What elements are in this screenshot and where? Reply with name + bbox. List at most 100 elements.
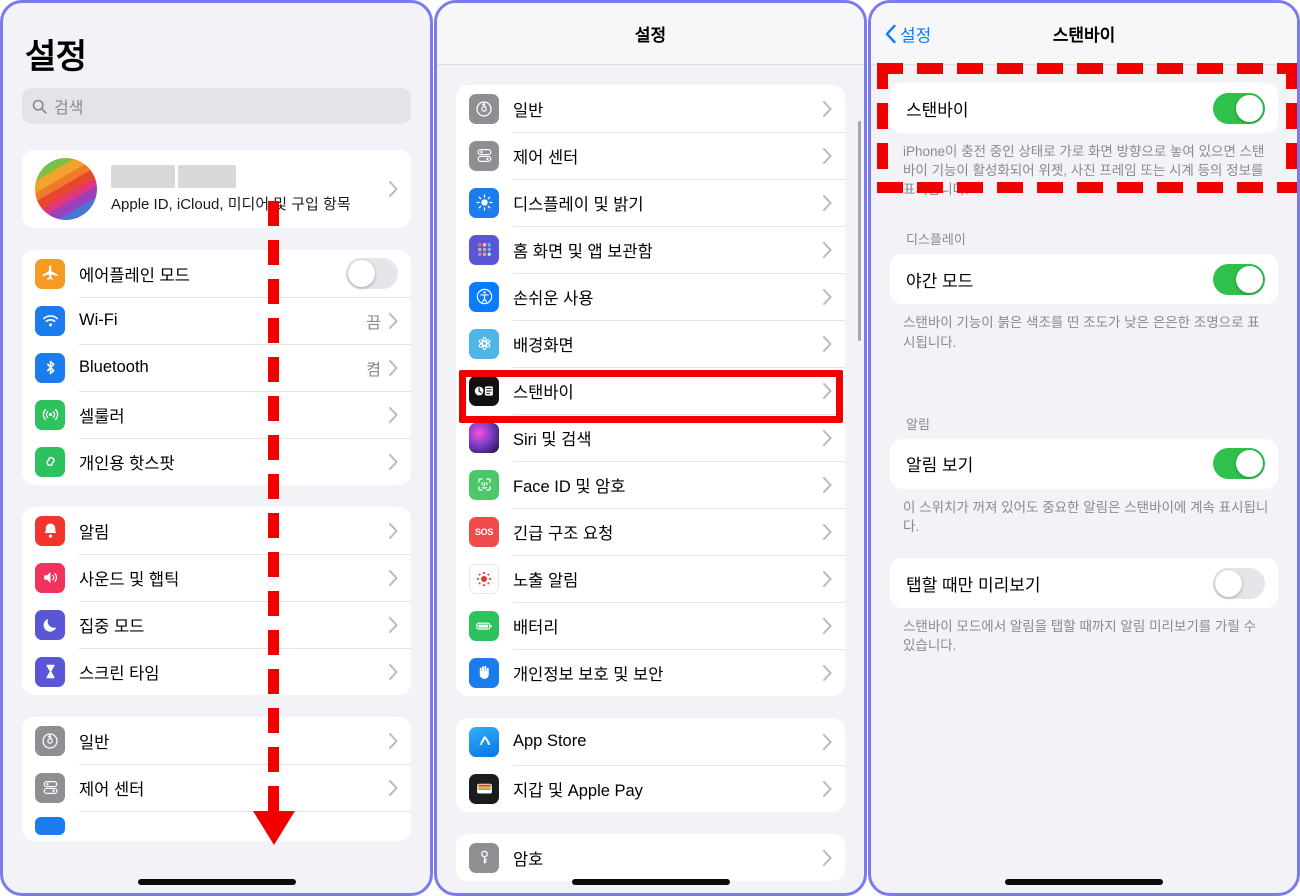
chevron-right-icon — [823, 617, 832, 634]
night-mode-row[interactable]: 야간 모드 — [890, 254, 1278, 304]
panel3-scroll-area[interactable]: 스탠바이 iPhone이 충전 중인 상태로 가로 화면 방향으로 놓여 있으면… — [871, 65, 1297, 893]
chevron-right-icon — [823, 664, 832, 681]
chevron-right-icon — [389, 453, 398, 470]
home-indicator — [1005, 879, 1163, 885]
sidebar-item-battery[interactable]: 배터리 — [456, 602, 845, 649]
apple-id-card[interactable]: Apple ID, iCloud, 미디어 및 구입 항목 — [22, 150, 411, 228]
standby-toggle[interactable] — [1213, 92, 1265, 124]
show-notifications-toggle[interactable] — [1213, 448, 1265, 480]
chevron-right-icon — [823, 780, 832, 797]
gear-icon — [35, 725, 65, 756]
annotation-dashed-guide-line — [268, 201, 279, 813]
sidebar-item-bluetooth[interactable]: Bluetooth 켬 — [22, 344, 411, 391]
notifications-section-header: 알림 — [906, 416, 930, 432]
sidebar-item-sounds-haptics[interactable]: 사운드 및 햅틱 — [22, 554, 411, 601]
night-mode-toggle[interactable] — [1213, 263, 1265, 295]
sidebar-item-control-center[interactable]: 제어 센터 — [22, 764, 411, 811]
show-notifications-footnote: 이 스위치가 꺼져 있어도 중요한 알림은 스탠바이에 계속 표시됩니다. — [903, 499, 1269, 534]
sidebar-item-standby[interactable]: 스탠바이 — [456, 367, 845, 414]
sidebar-item-general[interactable]: 일반 — [456, 85, 845, 132]
wifi-icon — [35, 305, 65, 336]
sidebar-item-wifi[interactable]: Wi-Fi 끔 — [22, 297, 411, 344]
apple-id-subtitle: Apple ID, iCloud, 미디어 및 구입 항목 — [111, 195, 351, 213]
sidebar-item-privacy-security[interactable]: 개인정보 보호 및 보안 — [456, 649, 845, 696]
chevron-right-icon — [389, 406, 398, 423]
standby-master-group: 스탠바이 — [890, 83, 1278, 133]
exposure-icon — [469, 563, 499, 594]
chevron-right-icon — [823, 241, 832, 258]
chevron-right-icon — [823, 733, 832, 750]
chevron-right-icon — [823, 849, 832, 866]
brightness-icon — [469, 187, 499, 218]
sidebar-item-control-center[interactable]: 제어 센터 — [456, 132, 845, 179]
triple-screenshot-stage: 설정 검색 Apple ID, iCloud, 미디어 및 구입 항목 에어플레… — [0, 0, 1300, 896]
sidebar-item-siri-search[interactable]: Siri 및 검색 — [456, 414, 845, 461]
sidebar-item-label: App Store — [513, 732, 587, 750]
standby-toggle-row[interactable]: 스탠바이 — [890, 83, 1278, 133]
chevron-right-icon — [823, 335, 832, 352]
preview-on-tap-toggle[interactable] — [1213, 567, 1265, 599]
show-notifications-label: 알림 보기 — [906, 456, 974, 476]
chevron-left-icon — [885, 24, 896, 43]
sidebar-item-partial-cut[interactable] — [22, 811, 411, 841]
search-input[interactable]: 검색 — [22, 88, 411, 124]
sidebar-item-label: 개인정보 보호 및 보안 — [513, 665, 664, 684]
apple-id-row[interactable]: Apple ID, iCloud, 미디어 및 구입 항목 — [22, 150, 411, 228]
chevron-right-icon — [823, 100, 832, 117]
redacted-name — [111, 164, 389, 188]
chevron-right-icon — [389, 181, 398, 197]
privacy-hand-icon — [469, 657, 499, 688]
sidebar-item-focus[interactable]: 집중 모드 — [22, 601, 411, 648]
home-indicator — [137, 879, 296, 885]
sidebar-item-label: Siri 및 검색 — [513, 430, 592, 449]
phone-panel-settings-root: 설정 검색 Apple ID, iCloud, 미디어 및 구입 항목 에어플레… — [0, 0, 433, 896]
sidebar-item-label: 암호 — [513, 850, 544, 869]
sidebar-item-accessibility[interactable]: 손쉬운 사용 — [456, 273, 845, 320]
sidebar-item-screen-time[interactable]: 스크린 타임 — [22, 648, 411, 695]
annotation-down-arrow — [253, 811, 295, 845]
sidebar-item-label: 디스플레이 및 밝기 — [513, 195, 644, 214]
sidebar-item-label: 노출 알림 — [513, 571, 579, 590]
sidebar-item-cellular[interactable]: 셀룰러 — [22, 391, 411, 438]
sidebar-item-airplane-mode[interactable]: 에어플레인 모드 — [22, 250, 411, 297]
sidebar-item-label: 에어플레인 모드 — [79, 266, 190, 285]
bluetooth-status-value: 켬 — [366, 361, 381, 379]
sidebar-item-passwords[interactable]: 암호 — [456, 834, 845, 881]
cellular-icon — [35, 399, 65, 430]
sidebar-item-home-screen[interactable]: 홈 화면 및 앱 보관함 — [456, 226, 845, 273]
chevron-right-icon — [389, 359, 398, 376]
sidebar-item-label: 집중 모드 — [79, 617, 145, 636]
sidebar-item-general[interactable]: 일반 — [22, 717, 411, 764]
chevron-right-icon — [823, 476, 832, 493]
chevron-right-icon — [823, 429, 832, 446]
show-notifications-row[interactable]: 알림 보기 — [890, 439, 1278, 489]
sidebar-item-notifications[interactable]: 알림 — [22, 507, 411, 554]
avatar — [35, 158, 97, 220]
sidebar-item-wallpaper[interactable]: 배경화면 — [456, 320, 845, 367]
sidebar-item-display-brightness[interactable]: 디스플레이 및 밝기 — [456, 179, 845, 226]
sidebar-item-exposure-notifications[interactable]: 노출 알림 — [456, 555, 845, 602]
chevron-right-icon — [823, 382, 832, 399]
back-button[interactable]: 설정 — [885, 21, 931, 46]
panel2-group-system: 일반 제어 센터 디스플레이 및 밝기 홈 화면 및 앱 보관함 손쉬운 사용 … — [456, 85, 845, 696]
sidebar-item-emergency-sos[interactable]: SOS 긴급 구조 요청 — [456, 508, 845, 555]
sidebar-item-hotspot[interactable]: 개인용 핫스팟 — [22, 438, 411, 485]
sidebar-item-wallet-applepay[interactable]: 지갑 및 Apple Pay — [456, 765, 845, 812]
panel2-scroll-area[interactable]: 일반 제어 센터 디스플레이 및 밝기 홈 화면 및 앱 보관함 손쉬운 사용 … — [437, 65, 864, 893]
sidebar-item-app-store[interactable]: App Store — [456, 718, 845, 765]
chevron-right-icon — [389, 779, 398, 796]
home-indicator — [571, 879, 730, 885]
scrollbar-thumb[interactable] — [858, 121, 861, 341]
sidebar-item-label: 사운드 및 햅틱 — [79, 570, 180, 589]
sidebar-item-faceid-passcode[interactable]: Face ID 및 암호 — [456, 461, 845, 508]
airplane-mode-toggle[interactable] — [346, 258, 398, 289]
preview-on-tap-label: 탭할 때만 미리보기 — [906, 575, 1041, 595]
preview-on-tap-row[interactable]: 탭할 때만 미리보기 — [890, 558, 1278, 608]
chevron-right-icon — [823, 570, 832, 587]
notifications-group: 알림 사운드 및 햅틱 집중 모드 스크린 타임 — [22, 507, 411, 695]
sidebar-item-label: 제어 센터 — [513, 148, 579, 167]
sos-icon: SOS — [469, 516, 499, 547]
night-mode-footnote: 스탠바이 기능이 붉은 색조를 띤 조도가 낮은 은은한 조명으로 표시됩니다. — [903, 315, 1260, 350]
standby-toggle-label: 스탠바이 — [906, 100, 969, 120]
panel1-scroll-area[interactable]: 설정 검색 Apple ID, iCloud, 미디어 및 구입 항목 에어플레… — [3, 3, 430, 893]
